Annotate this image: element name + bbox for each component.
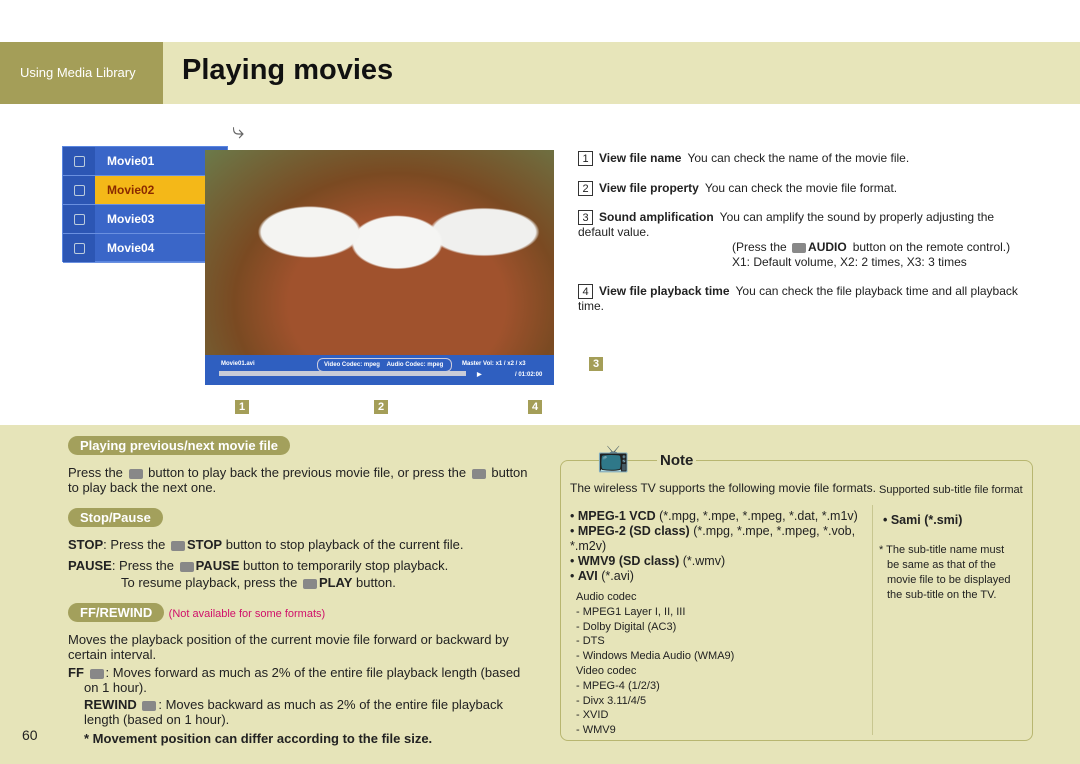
checkbox-icon[interactable]: [73, 242, 85, 254]
movie-list: Movie01 Movie02 Movie03 Movie04: [62, 146, 228, 263]
tv-mascot-icon: 📺: [597, 443, 630, 473]
movie-item[interactable]: Movie04: [63, 234, 227, 263]
next-button-icon: [471, 468, 486, 479]
checkbox-icon[interactable]: [73, 213, 85, 225]
arrow-down-icon: ⤷: [232, 118, 245, 143]
volume-info: Master Vol: x1 / x2 / x3: [462, 361, 526, 367]
feature-3: 3 Sound amplification You can amplify the …: [578, 210, 1011, 269]
pause-button-icon: [179, 561, 194, 572]
page-title: Playing movies: [182, 54, 394, 86]
movie-preview-image: [205, 150, 554, 355]
divider: [872, 505, 873, 735]
ff-button-icon: [89, 668, 104, 679]
rewind-button-icon: [142, 700, 157, 711]
playback-time: / 01:02:00: [515, 372, 543, 378]
prevnext-section: Playing previous/next movie file Press t…: [68, 436, 528, 495]
callout-3: 3: [589, 357, 603, 371]
section-label: Using Media Library: [0, 42, 163, 104]
section-heading: FF/REWIND: [68, 603, 165, 622]
section-heading: Stop/Pause: [68, 508, 163, 527]
availability-note: (Not available for some formats): [168, 608, 326, 620]
play-button-icon: [302, 578, 317, 589]
callout-2: 2: [374, 400, 388, 414]
stop-button-icon: [170, 540, 185, 551]
header-band: Using Media Library Playing movies: [0, 42, 1080, 104]
page-number: 60: [22, 727, 38, 743]
callout-4: 4: [528, 400, 542, 414]
previous-button-icon: [128, 468, 143, 479]
format-list: • MPEG-1 VCD (*.mpg, *.mpe, *.mpeg, *.da…: [570, 509, 858, 583]
feature-4: 4 View file playback time You can check th…: [578, 284, 1018, 313]
movie-item[interactable]: Movie03: [63, 205, 227, 234]
progress-bar[interactable]: [219, 371, 466, 376]
file-name: Movie01.avi: [221, 361, 255, 367]
note-box: 📺 Note The wireless TV supports the foll…: [560, 443, 1033, 741]
audio-button-icon: [792, 242, 807, 253]
checkbox-icon[interactable]: [73, 184, 85, 196]
player-info-bar: Movie01.avi Video Codec: mpeg Audio Code…: [205, 355, 554, 385]
stoppause-section: Stop/Pause STOP: Press the STOP button t…: [68, 508, 464, 590]
note-title: Note: [657, 452, 697, 469]
ffrew-section: FF/REWIND (Not available for some format…: [68, 603, 521, 746]
codec-info: Video Codec: mpeg Audio Codec: mpeg: [317, 358, 452, 372]
codec-list: Audio codec - MPEG1 Layer I, II, III - Dol…: [576, 591, 735, 737]
movie-item-selected[interactable]: Movie02: [63, 176, 227, 205]
section-heading: Playing previous/next movie file: [68, 436, 290, 455]
feature-1: 1 View file name You can check the name of…: [578, 151, 909, 166]
play-icon: ▶: [477, 372, 482, 378]
movie-item[interactable]: Movie01: [63, 147, 227, 176]
callout-1: 1: [235, 400, 249, 414]
checkbox-icon[interactable]: [73, 155, 85, 167]
feature-2: 2 View file property You can check the mov…: [578, 181, 897, 196]
